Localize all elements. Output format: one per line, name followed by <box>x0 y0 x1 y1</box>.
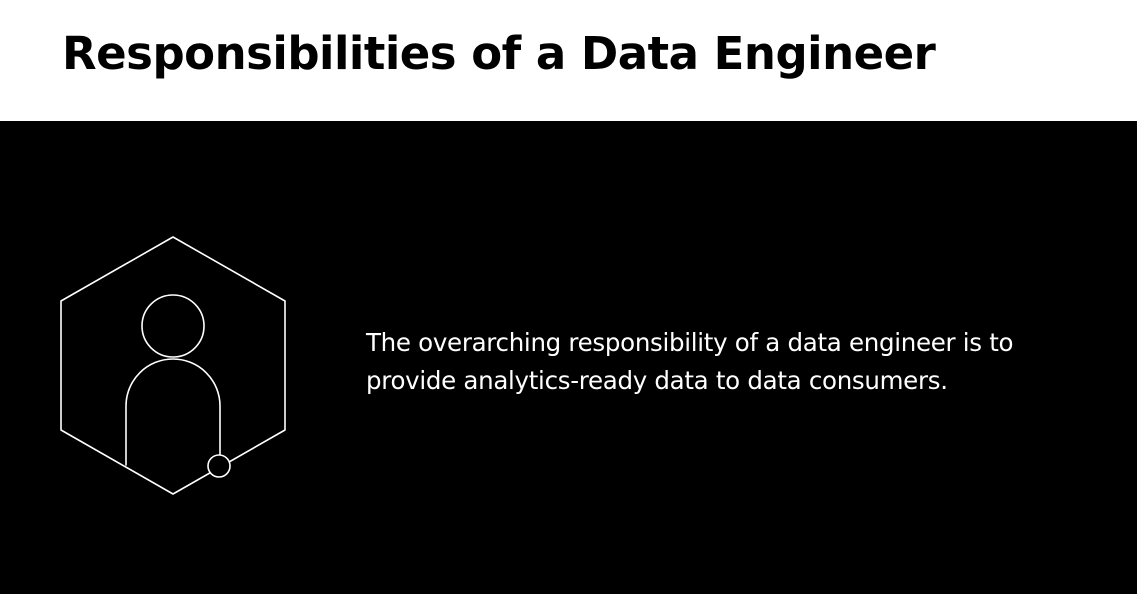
person-head <box>141 294 205 358</box>
slide-header: Responsibilities of a Data Engineer <box>0 0 1137 121</box>
person-body <box>125 358 221 466</box>
slide-title: Responsibilities of a Data Engineer <box>62 27 936 80</box>
body-text: The overarching responsibility of a data… <box>366 328 1014 395</box>
slide: Responsibilities of a Data Engineer The … <box>0 0 1137 594</box>
hexagon-outline <box>60 236 286 495</box>
person-in-hexagon-icon <box>60 236 286 495</box>
connector-node <box>207 454 231 478</box>
